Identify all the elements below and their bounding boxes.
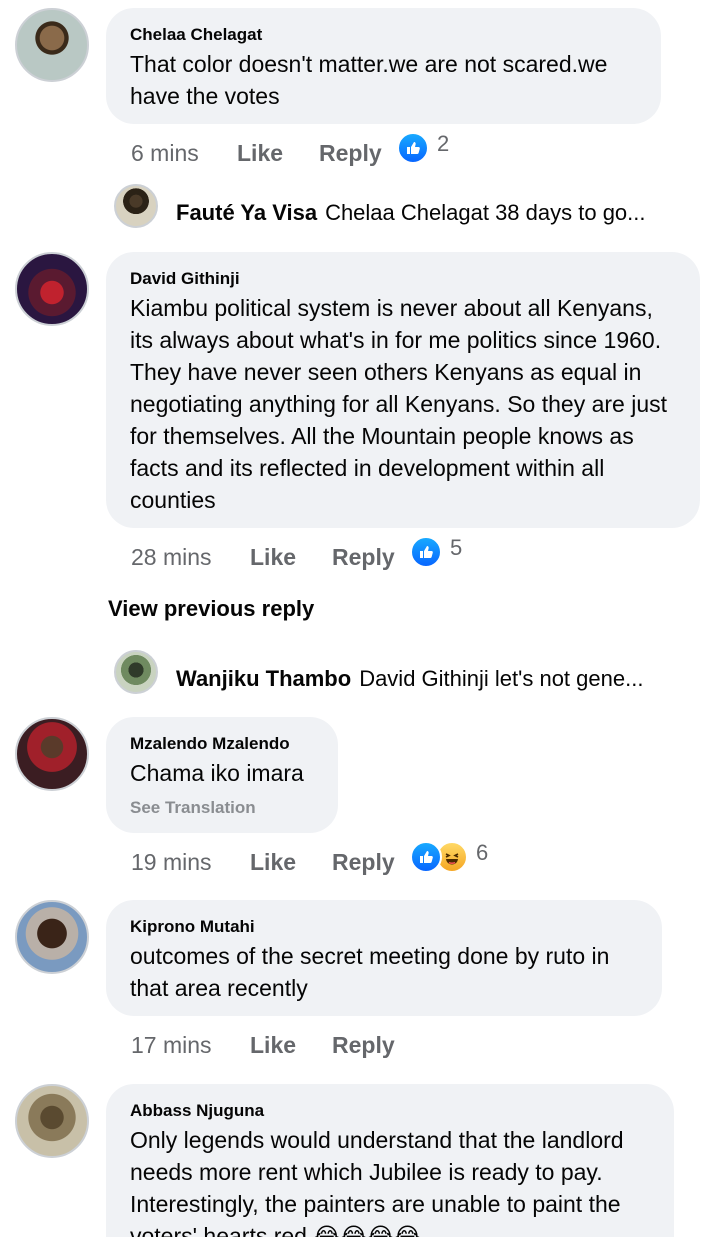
avatar[interactable]	[15, 900, 89, 974]
reaction-summary[interactable]: 5	[410, 535, 463, 568]
reply-button[interactable]: Reply	[332, 849, 395, 876]
comment-time[interactable]: 17 mins	[131, 1032, 212, 1059]
comment-text: Kiambu political system is never about a…	[130, 295, 668, 513]
comment-text: That color doesn't matter.we are not sca…	[130, 51, 608, 109]
comment-text: outcomes of the secret meeting done by r…	[130, 943, 610, 1001]
comment-bubble: Kiprono Mutahi outcomes of the secret me…	[106, 900, 662, 1016]
reply-snippet: Chelaa Chelagat 38 days to go...	[325, 200, 646, 225]
comment-time[interactable]: 28 mins	[131, 544, 212, 571]
comment-actions: 17 mins Like Reply	[131, 1028, 531, 1062]
thumbs-up-icon	[410, 841, 442, 873]
thumbs-up-icon	[397, 132, 429, 164]
comment-bubble: David Githinji Kiambu political system i…	[106, 252, 700, 528]
reaction-count: 5	[450, 535, 463, 560]
avatar[interactable]	[15, 1084, 89, 1158]
reply-preview[interactable]: Fauté Ya Visa Chelaa Chelagat 38 days to …	[176, 198, 646, 228]
reaction-summary[interactable]: 2	[397, 131, 450, 164]
comment-text: Chama iko imara	[130, 760, 304, 786]
comment-author[interactable]: Mzalendo Mzalendo	[130, 733, 314, 755]
reaction-count: 2	[437, 131, 450, 156]
reaction-summary[interactable]: 6	[410, 840, 489, 873]
comment-bubble: Mzalendo Mzalendo Chama iko imara See Tr…	[106, 717, 338, 833]
avatar[interactable]	[15, 252, 89, 326]
see-translation-link[interactable]: See Translation	[130, 797, 314, 819]
reaction-count: 6	[476, 840, 489, 865]
like-button[interactable]: Like	[237, 140, 283, 167]
reply-button[interactable]: Reply	[332, 1032, 395, 1059]
comment-actions: 6 mins Like Reply 2	[131, 131, 531, 170]
like-button[interactable]: Like	[250, 849, 296, 876]
comment-bubble: Chelaa Chelagat That color doesn't matte…	[106, 8, 661, 124]
comment-bubble: Abbass Njuguna Only legends would unders…	[106, 1084, 674, 1237]
comment-author[interactable]: David Githinji	[130, 268, 676, 290]
comment-author[interactable]: Abbass Njuguna	[130, 1100, 650, 1122]
comment-actions: 28 mins Like Reply 5	[131, 535, 531, 574]
view-previous-reply-link[interactable]: View previous reply	[108, 596, 314, 622]
avatar[interactable]	[114, 184, 158, 228]
comment-actions: 19 mins Like Reply 6	[131, 840, 551, 879]
reply-preview[interactable]: Wanjiku Thambo David Githinji let's not g…	[176, 664, 643, 694]
reply-button[interactable]: Reply	[319, 140, 382, 167]
reply-button[interactable]: Reply	[332, 544, 395, 571]
comment-author[interactable]: Chelaa Chelagat	[130, 24, 637, 46]
comment-author[interactable]: Kiprono Mutahi	[130, 916, 638, 938]
reply-author: Wanjiku Thambo	[176, 666, 352, 691]
like-button[interactable]: Like	[250, 1032, 296, 1059]
comment-text: Only legends would understand that the l…	[130, 1127, 624, 1237]
like-button[interactable]: Like	[250, 544, 296, 571]
avatar[interactable]	[15, 8, 89, 82]
comment-time[interactable]: 6 mins	[131, 140, 199, 167]
reply-snippet: David Githinji let's not gene...	[359, 666, 644, 691]
avatar[interactable]	[114, 650, 158, 694]
comment-time[interactable]: 19 mins	[131, 849, 212, 876]
reply-author: Fauté Ya Visa	[176, 200, 318, 225]
thumbs-up-icon	[410, 536, 442, 568]
avatar[interactable]	[15, 717, 89, 791]
